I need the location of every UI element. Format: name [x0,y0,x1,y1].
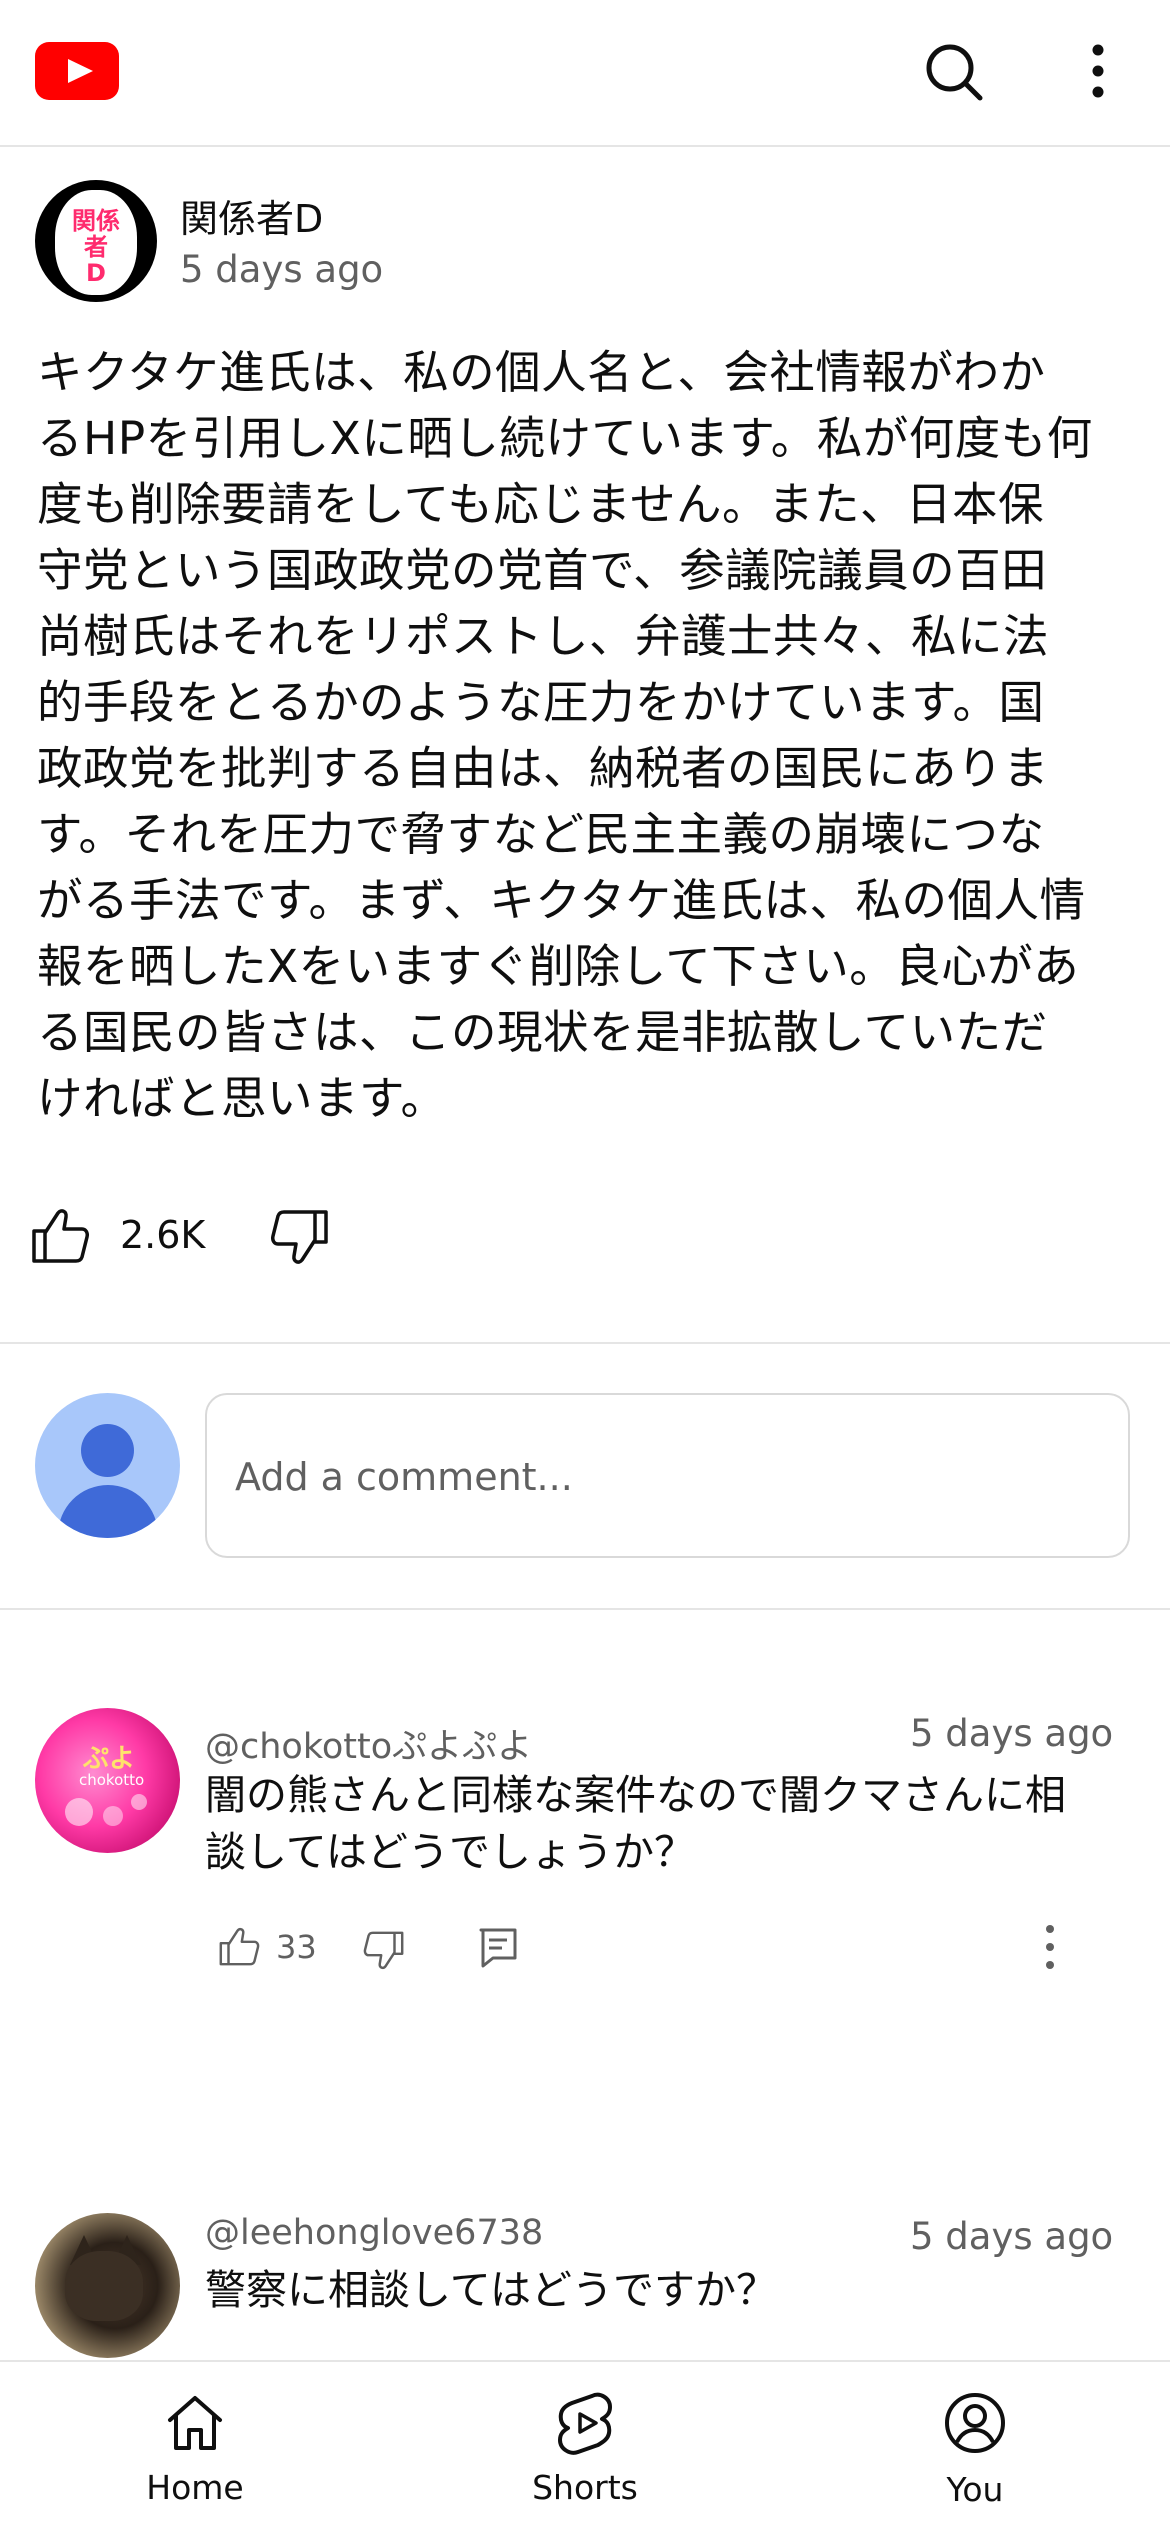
comment-more-icon[interactable] [1040,1922,1060,1972]
post-author-name[interactable]: 関係者D [180,188,323,243]
account-circle-icon [945,2393,1005,2453]
current-user-avatar [35,1393,180,1538]
post-line: 守党という国政政党の党首で、参議院議員の百田 [37,544,1048,597]
comment-line: 警察に相談してはどうですか？ [205,2266,777,2314]
top-app-bar [0,0,1170,147]
post-line: 報を晒したXをいますぐ削除して下さい。良心があ [37,940,1080,993]
post-line: がる手法です。まず、キクタケ進氏は、私の個人情 [37,874,1086,927]
nav-home[interactable]: Home [90,2390,300,2520]
comment-like-count: 33 [276,1928,317,1966]
nav-you[interactable]: You [870,2390,1080,2520]
thumbs-up-icon[interactable] [30,1205,90,1265]
search-icon[interactable] [920,38,988,106]
comment-line: 闇の熊さんと同様な案件なので闇クマさんに相 [205,1771,1066,1819]
post-line: キクタケ進氏は、私の個人名と、会社情報がわか [37,346,1046,399]
comment-input-placeholder: Add a comment... [235,1455,573,1499]
post-timestamp: 5 days ago [180,248,384,291]
post-line: ければと思います。 [37,1072,447,1125]
nav-home-label: Home [146,2468,244,2507]
comment-line: 談してはどうでしょうか？ [205,1828,695,1876]
post-body: キクタケ進氏は、私の個人名と、会社情報がわか るHPを引用しXに晒し続けています… [37,340,1142,1132]
commenter-avatar[interactable]: ぷよ chokotto [35,1708,180,1853]
comment-author-handle[interactable]: @chokottoぷよぷよ [205,1718,532,1769]
shorts-icon [558,2392,612,2455]
nav-shorts-label: Shorts [532,2468,638,2507]
bottom-navigation: Home Shorts You [0,2360,1170,2534]
comment-timestamp: 5 days ago [910,2215,1114,2258]
post-line: 尚樹氏はそれをリポストし、弁護士共々、私に法 [37,610,1050,663]
post-author-avatar[interactable]: 関係者 D [35,180,157,302]
divider [0,1608,1170,1610]
comment-timestamp: 5 days ago [910,1712,1114,1755]
nav-you-label: You [946,2470,1004,2509]
post-line: 度も削除要請をしても応じません。また、日本保 [37,478,1044,531]
reply-icon[interactable] [478,1927,518,1969]
post-line: 政政党を批判する自由は、納税者の国民にありま [37,742,1050,795]
post-like-count: 2.6K [120,1213,206,1257]
post-line: 的手段をとるかのような圧力をかけています。国 [37,676,1045,729]
nav-shorts[interactable]: Shorts [480,2390,690,2520]
home-icon [168,2396,222,2450]
comment-dislike-icon[interactable] [363,1930,405,1972]
youtube-logo[interactable] [35,42,119,100]
more-vert-icon[interactable] [1080,40,1116,104]
comment-text: 警察に相談してはどうですか？ [205,2262,1105,2319]
commenter-avatar[interactable] [35,2213,180,2358]
divider [0,1342,1170,1344]
thumbs-down-icon[interactable] [270,1208,330,1268]
comment-author-handle[interactable]: @leehonglove6738 [205,2213,543,2253]
post-line: る国民の皆さは、この現状を是非拡散していただ [37,1006,1048,1059]
post-line: るHPを引用しXに晒し続けています。私が何度も何 [37,412,1093,465]
comment-text: 闇の熊さんと同様な案件なので闇クマさんに相 談してはどうでしょうか？ [205,1767,1105,1881]
post-line: す。それを圧力で脅すなど民主主義の崩壊につな [37,808,1045,861]
comment-like-icon[interactable] [218,1925,260,1967]
